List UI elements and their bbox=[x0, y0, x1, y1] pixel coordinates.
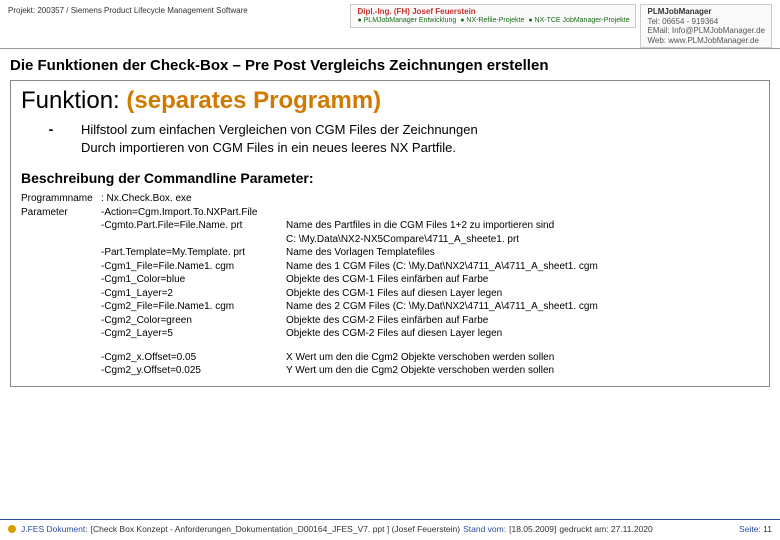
footer-doclabel: J.FES Dokument: bbox=[21, 524, 88, 534]
param-desc: C: \My.Data\NX2-NX5Compare\4711_A_sheete… bbox=[286, 233, 759, 247]
footer-page-num: 11 bbox=[763, 524, 772, 534]
footer-dot-icon bbox=[8, 525, 16, 533]
footer-page-label: Seite: bbox=[739, 524, 761, 534]
param-arg: -Cgm2_y.Offset=0.025 bbox=[101, 364, 286, 378]
prog-label: Programmname bbox=[21, 192, 101, 206]
param-desc: Objekte des CGM-1 Files auf diesen Layer… bbox=[286, 287, 759, 301]
logo1-sub-a: ● PLMJobManager Entwicklung bbox=[357, 17, 456, 25]
param-arg bbox=[101, 233, 286, 247]
param-desc bbox=[286, 206, 759, 220]
logo1-sub-b: ● NX-Refile-Projekte bbox=[460, 17, 524, 25]
project-label: Projekt: 200357 / Siemens Product Lifecy… bbox=[8, 4, 346, 15]
param-row: -Cgm2_y.Offset=0.025Y Wert um den die Cg… bbox=[21, 364, 759, 378]
param-desc: Name des Vorlagen Templatefiles bbox=[286, 246, 759, 260]
param-row: -Cgm1_File=File.Name1. cgmName des 1 CGM… bbox=[21, 260, 759, 274]
content-box: Funktion: (separates Programm) - Hilfsto… bbox=[10, 80, 770, 387]
param-row: -Cgm1_Layer=2Objekte des CGM-1 Files auf… bbox=[21, 287, 759, 301]
param-arg: -Cgm2_Color=green bbox=[101, 314, 286, 328]
logo2-line1: Tel: 06654 - 919364 bbox=[647, 17, 765, 27]
param-desc: X Wert um den die Cgm2 Objekte verschobe… bbox=[286, 351, 759, 365]
params-table: Programmname : Nx.Check.Box. exe Paramet… bbox=[21, 192, 759, 378]
param-arg: -Cgm2_x.Offset=0.05 bbox=[101, 351, 286, 365]
desc-line1: Hilfstool zum einfachen Vergleichen von … bbox=[81, 121, 478, 139]
param-arg: -Cgm1_Color=blue bbox=[101, 273, 286, 287]
page-title: Die Funktionen der Check-Box – Pre Post … bbox=[0, 49, 780, 78]
function-label: Funktion: bbox=[21, 87, 120, 114]
param-row: -Cgm2_x.Offset=0.05X Wert um den die Cgm… bbox=[21, 351, 759, 365]
desc-line2: Durch importieren von CGM Files in ein n… bbox=[81, 139, 478, 157]
param-desc: Objekte des CGM-1 Files einfärben auf Fa… bbox=[286, 273, 759, 287]
param-desc: Objekte des CGM-2 Files einfärben auf Fa… bbox=[286, 314, 759, 328]
param-row: -Cgmto.Part.File=File.Name. prtName des … bbox=[21, 219, 759, 233]
function-heading: Funktion: (separates Programm) bbox=[21, 87, 759, 115]
header-bar: Projekt: 200357 / Siemens Product Lifecy… bbox=[0, 0, 780, 49]
param-row: -Part.Template=My.Template. prtName des … bbox=[21, 246, 759, 260]
footer-stand-label: Stand vom: bbox=[463, 524, 506, 534]
logo1-title: Dipl.-Ing. (FH) Josef Feuerstein bbox=[357, 7, 629, 17]
param-label: Parameter bbox=[21, 206, 101, 220]
param-desc: Name des 1 CGM Files (C: \My.Dat\NX2\471… bbox=[286, 260, 759, 274]
footer-docname: [Check Box Konzept - Anforderungen_Dokum… bbox=[91, 524, 461, 534]
param-row: -Cgm2_Layer=5Objekte des CGM-2 Files auf… bbox=[21, 327, 759, 341]
param-row: C: \My.Data\NX2-NX5Compare\4711_A_sheete… bbox=[21, 233, 759, 247]
logo2-brand: PLMJobManager bbox=[647, 7, 765, 17]
description-block: - Hilfstool zum einfachen Vergleichen vo… bbox=[21, 121, 759, 156]
param-row: -Cgm2_File=File.Name1. cgmName des 2 CGM… bbox=[21, 300, 759, 314]
param-desc: Name des 2 CGM Files (C: \My.Dat\NX2\471… bbox=[286, 300, 759, 314]
param-desc: Y Wert um den die Cgm2 Objekte verschobe… bbox=[286, 364, 759, 378]
param-arg: -Action=Cgm.Import.To.NXPart.File bbox=[101, 206, 286, 220]
logo-plmjobmanager: PLMJobManager Tel: 06654 - 919364 EMail:… bbox=[640, 4, 772, 48]
param-desc: Name des Partfiles in die CGM Files 1+2 … bbox=[286, 219, 759, 233]
param-desc: Objekte des CGM-2 Files auf diesen Layer… bbox=[286, 327, 759, 341]
param-arg: -Cgm2_File=File.Name1. cgm bbox=[101, 300, 286, 314]
param-arg: -Cgm1_File=File.Name1. cgm bbox=[101, 260, 286, 274]
prog-value: : Nx.Check.Box. exe bbox=[101, 192, 286, 206]
param-row: -Cgm1_Color=blueObjekte des CGM-1 Files … bbox=[21, 273, 759, 287]
footer-stand-value: [18.05.2009] bbox=[509, 524, 556, 534]
function-value: (separates Programm) bbox=[126, 87, 381, 114]
logo2-line3: Web: www.PLMJobManager.de bbox=[647, 36, 765, 46]
footer-bar: J.FES Dokument: [Check Box Konzept - Anf… bbox=[0, 519, 780, 536]
param-arg: -Part.Template=My.Template. prt bbox=[101, 246, 286, 260]
param-arg: -Cgm2_Layer=5 bbox=[101, 327, 286, 341]
params-heading: Beschreibung der Commandline Parameter: bbox=[21, 170, 759, 186]
logo-feuerstein: Dipl.-Ing. (FH) Josef Feuerstein ● PLMJo… bbox=[350, 4, 636, 28]
footer-printed: gedruckt am: 27.11.2020 bbox=[559, 524, 652, 534]
param-arg: -Cgm1_Layer=2 bbox=[101, 287, 286, 301]
bullet-dash: - bbox=[21, 121, 81, 156]
logo2-line2: EMail: Info@PLMJobManager.de bbox=[647, 26, 765, 36]
logo1-sub-c: ● NX-TCE JobManager-Projekte bbox=[528, 17, 629, 25]
param-arg: -Cgmto.Part.File=File.Name. prt bbox=[101, 219, 286, 233]
param-row: -Cgm2_Color=greenObjekte des CGM-2 Files… bbox=[21, 314, 759, 328]
param-row: Parameter-Action=Cgm.Import.To.NXPart.Fi… bbox=[21, 206, 759, 220]
